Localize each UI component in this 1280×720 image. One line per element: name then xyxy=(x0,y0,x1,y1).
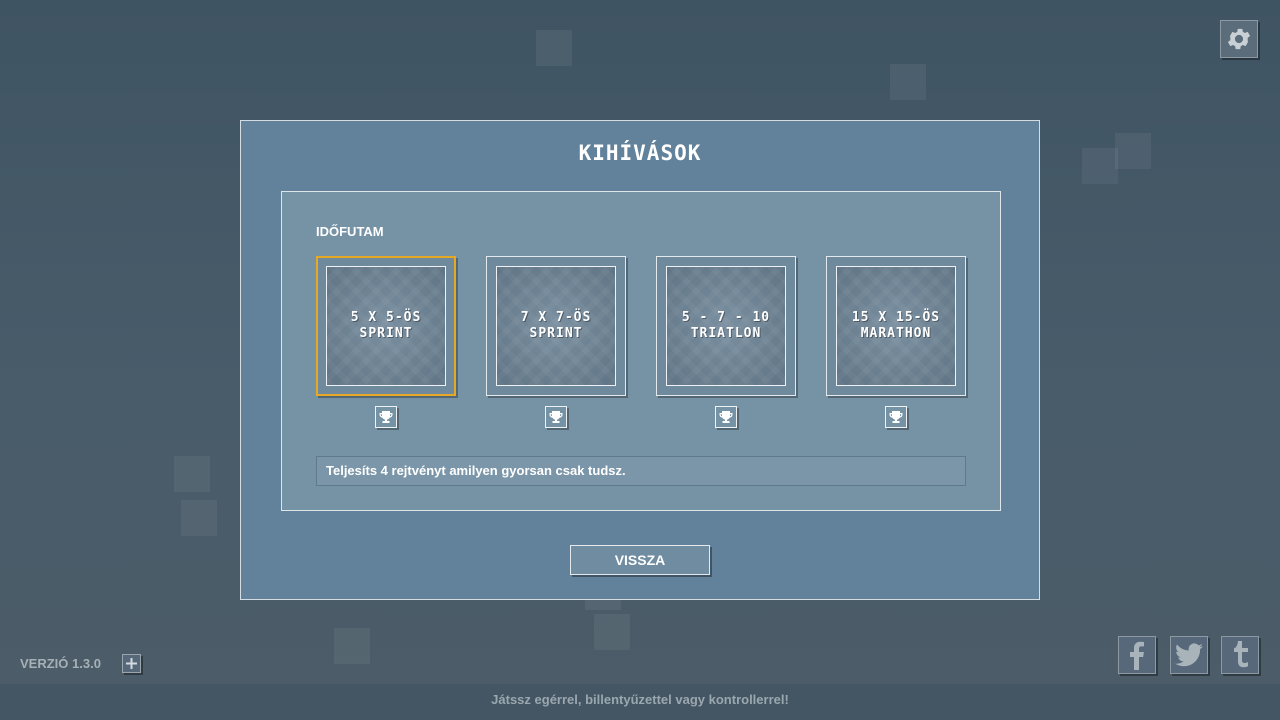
background-square xyxy=(174,456,210,492)
twitter-button[interactable] xyxy=(1170,636,1208,674)
gear-icon xyxy=(1227,28,1251,50)
trophy-badge-triatlon xyxy=(715,406,737,428)
trophy-icon xyxy=(379,411,393,423)
tumblr-icon xyxy=(1234,641,1248,668)
time-trial-panel: IDŐFUTAM 5 X 5-ÖS SPRINT 7 X 7-ÖS SPRINT… xyxy=(281,191,1001,511)
facebook-button[interactable] xyxy=(1118,636,1156,674)
facebook-icon xyxy=(1130,641,1144,670)
challenge-card-15x15-marathon[interactable]: 15 X 15-ÖS MARATHON xyxy=(826,256,966,396)
card-title-line2: TRIATLON xyxy=(690,326,762,341)
control-hint-text: Játssz egérrel, billentyűzettel vagy kon… xyxy=(491,692,789,707)
plus-button[interactable] xyxy=(122,654,141,673)
card-title-line1: 15 X 15-ÖS xyxy=(851,310,941,325)
card-title-line2: SPRINT xyxy=(529,326,583,341)
trophy-icon xyxy=(889,411,903,423)
background-square xyxy=(1082,148,1118,184)
card-face: 5 X 5-ÖS SPRINT xyxy=(326,266,446,386)
trophy-badge-marathon xyxy=(885,406,907,428)
card-face: 7 X 7-ÖS SPRINT xyxy=(496,266,616,386)
background-square xyxy=(585,600,621,610)
trophy-badge-5x5 xyxy=(375,406,397,428)
control-hint-bar: Játssz egérrel, billentyűzettel vagy kon… xyxy=(0,684,1280,720)
plus-icon xyxy=(126,658,137,669)
card-face: 15 X 15-ÖS MARATHON xyxy=(836,266,956,386)
section-label: IDŐFUTAM xyxy=(316,224,384,239)
challenge-description: Teljesíts 4 rejtvényt amilyen gyorsan cs… xyxy=(316,456,966,486)
challenges-dialog: KIHÍVÁSOK IDŐFUTAM 5 X 5-ÖS SPRINT 7 X 7… xyxy=(240,120,1040,600)
challenge-card-5x5-sprint[interactable]: 5 X 5-ÖS SPRINT xyxy=(316,256,456,396)
trophy-icon xyxy=(549,411,563,423)
settings-button[interactable] xyxy=(1220,20,1258,58)
card-title-line2: MARATHON xyxy=(860,326,932,341)
trophy-badge-7x7 xyxy=(545,406,567,428)
background-square xyxy=(1115,133,1151,169)
tumblr-button[interactable] xyxy=(1221,636,1259,674)
twitter-icon xyxy=(1175,643,1203,667)
card-title-line2: SPRINT xyxy=(359,326,413,341)
card-title-line1: 5 - 7 - 10 xyxy=(681,310,771,325)
card-title-line1: 7 X 7-ÖS xyxy=(520,310,592,325)
background-square xyxy=(890,64,926,100)
background-square xyxy=(594,614,630,650)
challenge-card-7x7-sprint[interactable]: 7 X 7-ÖS SPRINT xyxy=(486,256,626,396)
card-face: 5 - 7 - 10 TRIATLON xyxy=(666,266,786,386)
back-button[interactable]: VISSZA xyxy=(570,545,710,575)
card-title-line1: 5 X 5-ÖS xyxy=(350,310,422,325)
version-label: VERZIÓ 1.3.0 xyxy=(20,656,101,671)
background-square xyxy=(334,628,370,664)
dialog-title: KIHÍVÁSOK xyxy=(578,141,702,165)
trophy-icon xyxy=(719,411,733,423)
challenge-card-triatlon[interactable]: 5 - 7 - 10 TRIATLON xyxy=(656,256,796,396)
background-square xyxy=(536,30,572,66)
background-square xyxy=(181,500,217,536)
